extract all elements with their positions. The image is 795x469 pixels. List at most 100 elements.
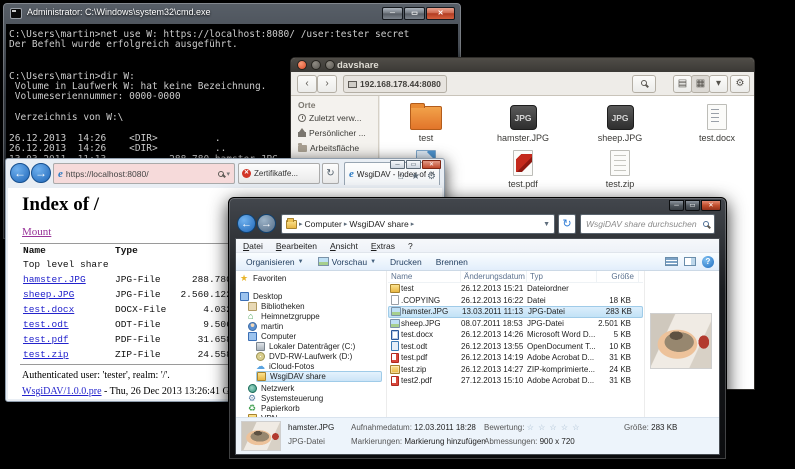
file-row-copying[interactable]: .COPYING26.12.2013 16:22Datei18 KB bbox=[388, 295, 643, 307]
list-view-button[interactable]: ▤ bbox=[673, 75, 692, 93]
footer-timestamp: - Thu, 26 Dec 2013 13:26:41 GMT bbox=[102, 386, 245, 397]
close-button[interactable]: ✕ bbox=[701, 200, 721, 211]
file-row-hamster-jpg-selected[interactable]: hamster.JPG13.03.2011 11:13JPG-Datei283 … bbox=[388, 306, 643, 318]
minimize-button[interactable] bbox=[311, 60, 321, 70]
hamster-photo-preview[interactable] bbox=[650, 313, 712, 369]
menu-extras[interactable]: Extras bbox=[371, 241, 395, 252]
forward-button[interactable]: → bbox=[257, 214, 276, 233]
print-button[interactable]: Drucken bbox=[385, 256, 427, 268]
file-row-test-pdf[interactable]: test.pdf26.12.2013 14:19Adobe Acrobat D.… bbox=[388, 352, 643, 364]
close-button[interactable] bbox=[297, 60, 307, 70]
sidebar-item-recent[interactable]: Zuletzt verw... bbox=[298, 113, 361, 123]
back-button[interactable]: ‹ bbox=[297, 75, 317, 93]
breadcrumb-separator: ▸ bbox=[344, 220, 348, 228]
address-bar[interactable]: e https://localhost:8080/ ▾ bbox=[53, 163, 235, 184]
file-item-sheep-jpg[interactable]: JPG sheep.JPG bbox=[574, 102, 666, 143]
view-options-button[interactable]: ▾ bbox=[709, 75, 728, 93]
help-icon[interactable]: ? bbox=[702, 256, 714, 268]
file-link[interactable]: hamster.JPG bbox=[23, 274, 86, 285]
tree-item-wsgidav-share[interactable]: WsgiDAV share bbox=[256, 371, 382, 382]
favorites-star-icon[interactable]: ★ bbox=[411, 171, 420, 182]
organize-button[interactable]: Organisieren▼ bbox=[241, 256, 309, 268]
change-view-icon[interactable] bbox=[665, 257, 678, 266]
search-icon[interactable] bbox=[218, 171, 224, 177]
forward-button[interactable]: → bbox=[31, 163, 51, 183]
close-button[interactable]: ✕ bbox=[422, 160, 441, 169]
menu-bar: Datei Bearbeiten Ansicht Extras ? bbox=[236, 239, 719, 253]
file-item-test-pdf[interactable]: test.pdf bbox=[477, 148, 569, 189]
word-file-icon bbox=[391, 330, 399, 340]
breadcrumb-wsgidav-share[interactable]: WsgiDAV share bbox=[349, 219, 408, 229]
column-header-name[interactable]: Name bbox=[388, 271, 461, 283]
search-button[interactable] bbox=[632, 75, 656, 93]
maximize-button[interactable]: ▭ bbox=[406, 160, 421, 169]
file-row-test-zip[interactable]: test.zip26.12.2013 14:27ZIP-komprimierte… bbox=[388, 364, 643, 376]
gear-menu-button[interactable]: ⚙ bbox=[730, 75, 750, 93]
breadcrumb[interactable]: ▸ Computer ▸ WsgiDAV share ▸ ▼ bbox=[281, 214, 555, 234]
file-link[interactable]: sheep.JPG bbox=[23, 289, 74, 300]
explorer-main: ★Favoriten Desktop Bibliotheken ⌂Heimnet… bbox=[236, 271, 719, 417]
search-box[interactable]: WsgiDAV share durchsuchen bbox=[580, 214, 715, 234]
details-capture-date: Aufnahmedatum: 12.03.2011 18:28 bbox=[351, 423, 476, 432]
details-tags[interactable]: Markierungen: Markierung hinzufügen bbox=[351, 437, 486, 446]
file-row-test[interactable]: test26.12.2013 15:21Dateiordner bbox=[388, 283, 643, 295]
menu-bearbeiten[interactable]: Bearbeiten bbox=[276, 241, 317, 252]
column-header-type[interactable]: Typ bbox=[527, 271, 597, 283]
file-row-sheep-jpg[interactable]: sheep.JPG08.07.2011 18:53JPG-Datei2.501 … bbox=[388, 318, 643, 330]
file-row-test-odt[interactable]: test.odt26.12.2013 13:55OpenDocument T..… bbox=[388, 341, 643, 353]
minimize-button[interactable]: ─ bbox=[382, 7, 403, 20]
user-icon bbox=[248, 322, 257, 331]
burn-button[interactable]: Brennen bbox=[431, 256, 473, 268]
file-link[interactable]: test.odt bbox=[23, 319, 69, 330]
chevron-down-icon[interactable]: ▾ bbox=[226, 170, 230, 178]
maximize-button[interactable] bbox=[325, 60, 335, 70]
cmd-titlebar[interactable]: Administrator: C:\Windows\system32\cmd.e… bbox=[3, 3, 461, 24]
minimize-button[interactable]: ─ bbox=[669, 200, 684, 211]
file-item-test-folder[interactable]: test bbox=[380, 102, 472, 143]
search-input[interactable]: WsgiDAV share durchsuchen bbox=[586, 219, 703, 229]
refresh-button[interactable]: ↻ bbox=[558, 214, 576, 234]
file-item-test-zip[interactable]: test.zip bbox=[574, 148, 666, 189]
back-button[interactable]: ← bbox=[10, 163, 30, 183]
odt-file-icon bbox=[391, 341, 399, 351]
breadcrumb-computer[interactable]: Computer bbox=[305, 219, 342, 229]
file-row-test-docx[interactable]: test.docx26.12.2013 14:26Microsoft Word … bbox=[388, 329, 643, 341]
file-item-hamster-jpg[interactable]: JPG hamster.JPG bbox=[477, 102, 569, 143]
refresh-button[interactable]: ↻ bbox=[322, 163, 339, 184]
forward-button[interactable]: › bbox=[317, 75, 337, 93]
minimize-button[interactable]: ─ bbox=[390, 160, 405, 169]
column-header-name: Name bbox=[23, 245, 115, 256]
file-link[interactable]: test.docx bbox=[23, 304, 74, 315]
network-icon bbox=[248, 384, 257, 393]
file-link[interactable]: test.pdf bbox=[23, 334, 69, 345]
mount-link[interactable]: Mount bbox=[22, 226, 51, 238]
back-button[interactable]: ← bbox=[237, 214, 256, 233]
tree-item-favoriten[interactable]: ★Favoriten bbox=[240, 273, 286, 284]
preview-pane-icon[interactable] bbox=[684, 257, 696, 266]
wsgidav-version-link[interactable]: WsgiDAV/1.0.0.pre bbox=[22, 386, 102, 397]
details-rating[interactable]: Bewertung: ☆ ☆ ☆ ☆ ☆ bbox=[484, 423, 580, 432]
home-icon bbox=[298, 129, 306, 137]
location-bar[interactable]: 192.168.178.44:8080 bbox=[343, 75, 447, 93]
close-button[interactable]: ✕ bbox=[426, 7, 455, 20]
file-row-test2-pdf[interactable]: test2.pdf27.12.2013 15:10Adobe Acrobat D… bbox=[388, 375, 643, 387]
sidebar-item-desktop[interactable]: Arbeitsfläche bbox=[298, 143, 359, 153]
menu-help[interactable]: ? bbox=[408, 241, 413, 252]
menu-datei[interactable]: Datei bbox=[243, 241, 263, 252]
column-header-size[interactable]: Größe bbox=[597, 271, 639, 283]
maximize-button[interactable]: ▭ bbox=[685, 200, 700, 211]
file-item-test-docx[interactable]: test.docx bbox=[671, 102, 763, 143]
menu-ansicht[interactable]: Ansicht bbox=[330, 241, 358, 252]
settings-gear-icon[interactable]: ⚙ bbox=[427, 171, 436, 182]
file-link[interactable]: test.zip bbox=[23, 349, 69, 360]
nautilus-titlebar[interactable]: davshare bbox=[291, 58, 754, 72]
grid-view-button[interactable]: ▦ bbox=[691, 75, 710, 93]
address-dropdown-icon[interactable]: ▼ bbox=[543, 221, 550, 228]
certificate-error-button[interactable]: ✕ Zertifikatfe... bbox=[238, 163, 320, 184]
home-icon[interactable]: ⌂ bbox=[398, 171, 404, 182]
column-header-date[interactable]: Änderungsdatum bbox=[461, 271, 527, 283]
sidebar-item-home[interactable]: Persönlicher ... bbox=[298, 128, 366, 138]
preview-button[interactable]: Vorschau▼ bbox=[313, 256, 381, 268]
maximize-button[interactable]: ▭ bbox=[404, 7, 425, 20]
column-header-type: Type bbox=[115, 245, 193, 256]
